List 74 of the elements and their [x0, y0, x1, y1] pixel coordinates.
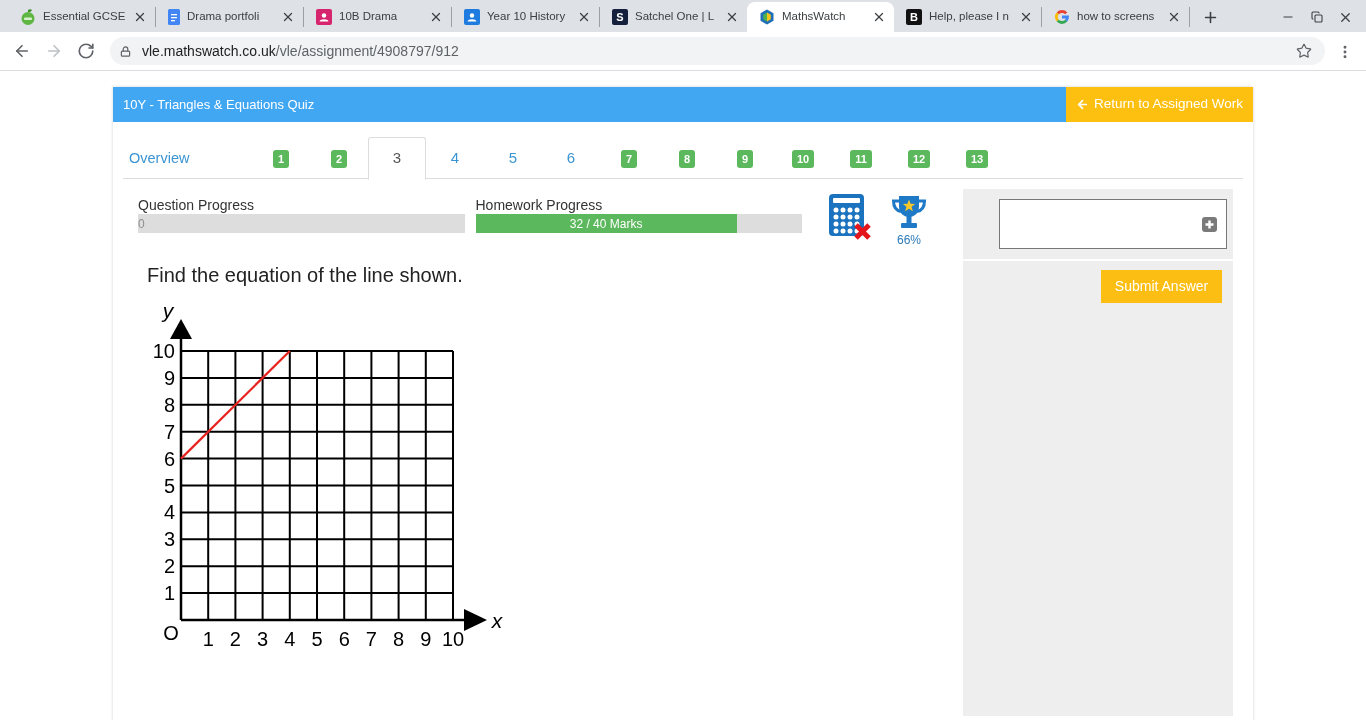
tick-label: 5	[311, 628, 323, 650]
browser-tab[interactable]: MathsWatch	[747, 2, 894, 32]
tick-label: 8	[393, 628, 405, 650]
tick-label: 1	[163, 582, 175, 605]
close-icon[interactable]	[1167, 10, 1181, 24]
close-icon[interactable]	[725, 10, 739, 24]
arrow-left-icon	[1075, 98, 1089, 111]
close-icon[interactable]	[1019, 10, 1033, 24]
score-text: 66%	[897, 234, 921, 247]
progress-label: Homework Progress	[475, 197, 604, 213]
tick-label: 9	[163, 366, 175, 389]
multicolor-g-icon	[1054, 9, 1070, 25]
progress-reading: 0	[138, 215, 145, 233]
question-tab[interactable]: 11	[832, 137, 890, 180]
lock-icon	[120, 45, 131, 57]
close-icon[interactable]	[872, 10, 886, 24]
question-tab[interactable]: 5	[484, 137, 542, 180]
hexagon-logo-icon	[759, 9, 775, 25]
address-bar[interactable]: vle.mathswatch.co.uk/vle/assignment/4908797/912	[110, 37, 1325, 65]
tick-label: 10	[441, 628, 465, 650]
return-button[interactable]: Return to Assigned Work	[1065, 87, 1253, 122]
tick-label: 8	[163, 393, 175, 416]
close-icon[interactable]	[281, 10, 295, 24]
tick-label: 7	[163, 420, 175, 443]
tick-label: 6	[163, 447, 175, 470]
quiz-title: 10Y - Triangles & Equations Quiz	[122, 95, 315, 114]
tick-label: 3	[257, 628, 269, 650]
question-tab[interactable]: 1	[252, 137, 310, 180]
question-tab[interactable]: 3	[368, 137, 426, 180]
close-icon[interactable]	[577, 10, 591, 24]
tick-label: 1	[202, 628, 214, 650]
trophy-icon	[890, 195, 928, 229]
reload-icon[interactable]	[77, 42, 95, 60]
tick-label: 4	[163, 501, 175, 524]
question-tab[interactable]: 12	[890, 137, 948, 180]
overview-tab[interactable]: Overview	[123, 137, 252, 180]
site-logo: B	[906, 9, 922, 25]
person-icon	[316, 9, 332, 25]
tick-label: 2	[229, 628, 241, 650]
answer-field[interactable]	[999, 199, 1227, 249]
restore-icon[interactable]	[1310, 11, 1323, 23]
submit-button[interactable]: Submit Answer	[1101, 270, 1222, 303]
question-tab[interactable]: 13	[948, 137, 1006, 180]
document-icon	[168, 9, 180, 25]
close-icon[interactable]	[133, 10, 147, 24]
tick-label: 6	[338, 628, 350, 650]
tick-label: 3	[163, 528, 175, 551]
url-text: vle.mathswatch.co.uk/vle/assignment/4908797/912	[142, 41, 459, 61]
axis-label: x	[491, 608, 503, 632]
question-tab[interactable]: 10	[774, 137, 832, 180]
plus-icon[interactable]	[1202, 216, 1217, 232]
close-icon[interactable]	[429, 10, 443, 24]
star-icon[interactable]	[1296, 43, 1312, 59]
person-icon	[464, 9, 480, 25]
question-tab[interactable]: 2	[310, 137, 368, 180]
site-logo: S	[612, 9, 628, 25]
progress-label: Question Progress	[138, 197, 255, 213]
axis-label: y	[162, 298, 174, 322]
tick-label: 9	[420, 628, 432, 650]
back-icon[interactable]	[13, 42, 31, 60]
question-tab[interactable]: 6	[542, 137, 600, 180]
question-tab[interactable]: 9	[716, 137, 774, 180]
tick-label: 4	[284, 628, 296, 650]
question-tab[interactable]: 4	[426, 137, 484, 180]
progress-reading: 32 / 40 Marks	[569, 215, 643, 233]
tick-label: 10	[152, 340, 175, 362]
origin-label: O	[163, 622, 179, 644]
tick-label: 7	[365, 628, 377, 650]
question-tab[interactable]: 7	[600, 137, 658, 180]
question-text: Find the equation of the line shown.	[147, 263, 464, 287]
question-tab[interactable]: 8	[658, 137, 716, 180]
apple-icon	[20, 9, 36, 25]
tick-label: 2	[163, 555, 175, 578]
tick-label: 5	[163, 474, 175, 497]
